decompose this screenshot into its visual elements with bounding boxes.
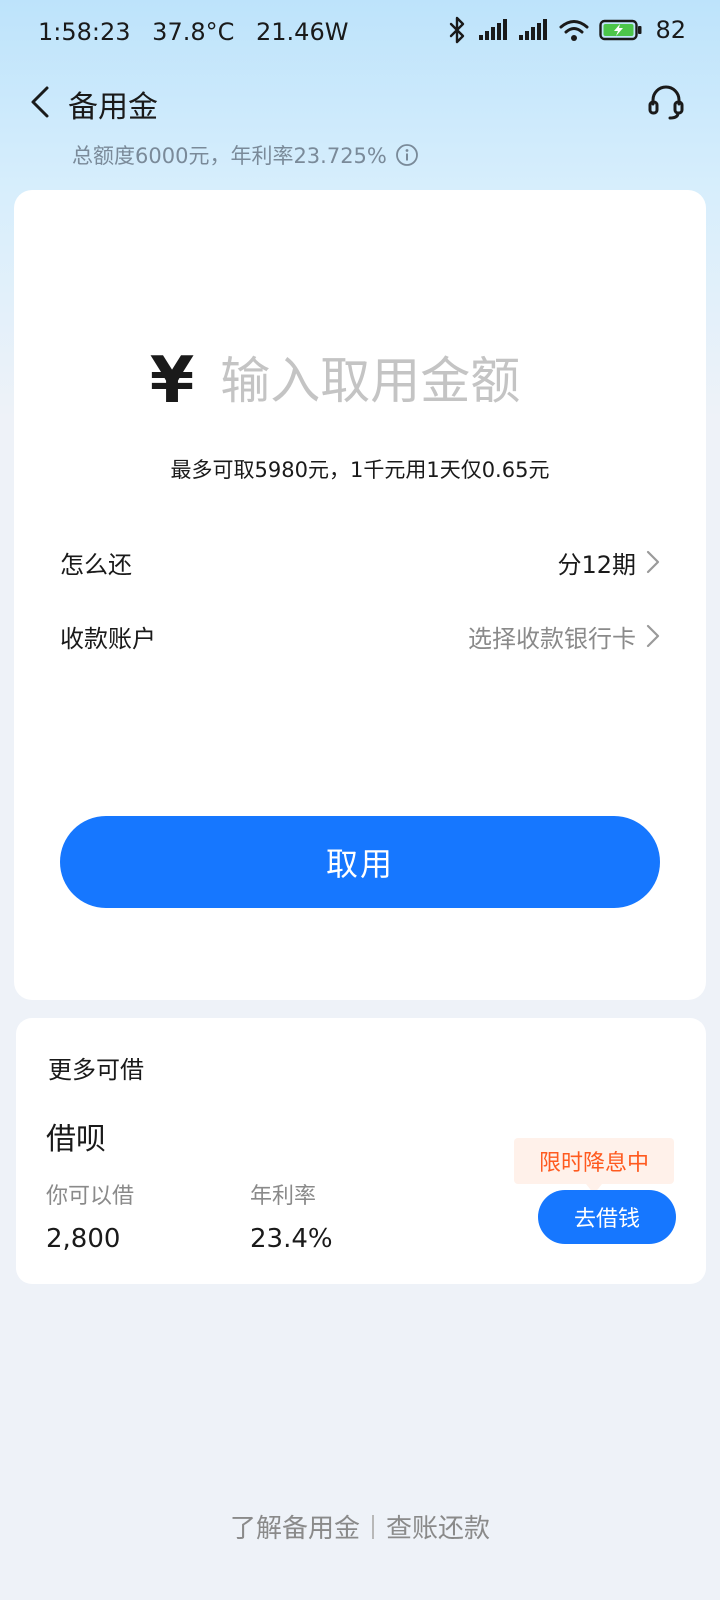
more-loans-card: 更多可借 借呗 你可以借 2,800 年利率 23.4% 限时降息中 去借钱 — [16, 1018, 706, 1284]
bill-repay-link[interactable]: 查账还款 — [386, 1508, 490, 1545]
customer-service-button[interactable] — [642, 78, 690, 126]
repay-plan-row[interactable]: 怎么还 分12期 — [60, 540, 660, 584]
info-icon[interactable] — [395, 143, 419, 167]
battery-charging-icon — [599, 19, 642, 41]
more-loans-title: 更多可借 — [48, 1056, 144, 1084]
currency-symbol: ¥ — [149, 344, 195, 418]
repay-plan-value: 分12期 — [557, 550, 636, 579]
status-bar: 1:58:23 37.8°C 21.46W 82 — [0, 0, 720, 66]
headset-icon — [648, 85, 684, 120]
withdraw-card: ¥ 最多可取5980元，1千元用1天仅0.65元 怎么还 分12期 收款账户 选… — [14, 190, 706, 1000]
footer-divider — [372, 1514, 374, 1539]
receiving-account-row[interactable]: 收款账户 选择收款银行卡 — [60, 614, 660, 658]
product-name: 借呗 — [46, 1122, 106, 1157]
footer-links: 了解备用金 查账还款 — [0, 1508, 720, 1545]
wifi-icon — [559, 20, 589, 41]
receiving-account-value-group: 选择收款银行卡 — [468, 619, 660, 654]
chevron-right-icon — [646, 550, 660, 574]
battery-level: 82 — [655, 16, 686, 44]
page-title: 备用金 — [68, 90, 158, 125]
borrow-amount-stat: 你可以借 2,800 — [46, 1178, 134, 1254]
interest-rate-value: 23.4% — [250, 1224, 333, 1254]
receiving-account-label: 收款账户 — [60, 624, 156, 653]
signal-icon — [479, 19, 508, 40]
bluetooth-icon — [450, 16, 465, 44]
chevron-right-icon — [646, 624, 660, 648]
status-time: 1:58:23 — [38, 18, 131, 46]
limit-hint: 最多可取5980元，1千元用1天仅0.65元 — [170, 458, 550, 482]
app-header: 备用金 — [0, 72, 720, 132]
chevron-left-icon — [31, 86, 49, 118]
signal-icon — [519, 19, 548, 40]
credit-summary-text: 总额度6000元，年利率23.725% — [72, 144, 387, 168]
repay-plan-value-group: 分12期 — [557, 545, 660, 580]
promo-tag: 限时降息中 — [514, 1138, 674, 1194]
withdraw-button[interactable]: 取用 — [60, 816, 660, 908]
status-left: 1:58:23 37.8°C 21.46W — [38, 18, 362, 46]
learn-more-link[interactable]: 了解备用金 — [230, 1508, 360, 1545]
borrow-amount-label: 你可以借 — [46, 1184, 135, 1209]
status-temperature: 37.8°C — [152, 18, 235, 46]
interest-rate-stat: 年利率 23.4% — [250, 1178, 333, 1254]
borrow-amount-value: 2,800 — [46, 1224, 121, 1254]
status-power: 21.46W — [256, 18, 349, 46]
receiving-account-value: 选择收款银行卡 — [468, 624, 636, 653]
back-button[interactable] — [18, 80, 62, 124]
go-borrow-button[interactable]: 去借钱 — [538, 1190, 676, 1244]
interest-rate-label: 年利率 — [250, 1184, 317, 1209]
credit-summary: 总额度6000元，年利率23.725% — [72, 140, 419, 170]
amount-row: ¥ — [14, 344, 706, 418]
repay-plan-label: 怎么还 — [60, 550, 132, 579]
status-right: 82 — [447, 16, 686, 44]
amount-input[interactable] — [220, 352, 571, 410]
